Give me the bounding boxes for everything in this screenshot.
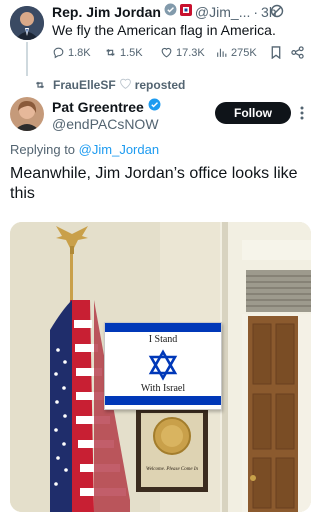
verified-badge-icon	[148, 98, 161, 116]
more-icon[interactable]	[300, 106, 304, 125]
tweet2-header: Pat Greentree	[52, 98, 161, 116]
tweet2-text: Meanwhile, Jim Jordan’s office looks lik…	[10, 165, 298, 202]
tweet1-author-name[interactable]: Rep. Jim Jordan	[52, 4, 161, 20]
tweet2-handle[interactable]: @endPACsNOW	[52, 116, 159, 132]
sign-top-text: I Stand	[148, 334, 178, 345]
repost-icon	[34, 78, 46, 96]
like-action[interactable]: 17.3K	[160, 46, 205, 59]
retweet-action[interactable]: 1.5K	[104, 46, 143, 59]
reply-icon	[53, 47, 64, 59]
flag-badge-icon	[179, 3, 192, 21]
eagle-finial-icon	[56, 226, 88, 254]
retweet-icon	[106, 49, 115, 56]
replying-prefix: Replying to	[10, 142, 76, 157]
views-count: 275K	[231, 46, 257, 59]
tweet1-text: We fly the American flag in America.	[52, 22, 276, 38]
replying-to-handle[interactable]: @Jim_Jordan	[79, 142, 159, 157]
sign-bottom-stripe	[105, 396, 221, 405]
repost-user[interactable]: FrauElleSF	[53, 78, 116, 92]
tweet1-dot: ·	[253, 4, 259, 20]
greentree-avatar[interactable]	[10, 97, 44, 131]
share-icon[interactable]	[291, 46, 304, 64]
reply-action[interactable]: 1.8K	[52, 46, 91, 59]
mute-icon[interactable]	[270, 4, 284, 23]
tweet2-author-name[interactable]: Pat Greentree	[52, 99, 144, 115]
views-icon	[217, 48, 227, 57]
verified-badge-icon	[164, 3, 177, 21]
israel-sign: I Stand With Israel	[104, 322, 222, 410]
bookmark-icon[interactable]	[270, 46, 282, 64]
sign-bottom-text: With Israel	[140, 383, 186, 394]
follow-button[interactable]: Follow	[215, 102, 291, 124]
reply-count: 1.8K	[68, 46, 91, 59]
retweet-count: 1.5K	[120, 46, 143, 59]
thread-line	[26, 42, 28, 76]
sign-top-stripe	[105, 323, 221, 332]
attached-photo[interactable]: I Stand With Israel Welcome. Please Come…	[10, 222, 311, 512]
heart-emoji-icon	[119, 77, 132, 92]
like-icon	[161, 47, 172, 58]
star-of-david-icon	[148, 349, 178, 381]
views-action[interactable]: 275K	[215, 46, 257, 59]
repost-banner: FrauElleSF reposted	[53, 77, 185, 92]
tweet1-handle[interactable]: @Jim_...	[195, 4, 250, 20]
repost-label: reposted	[134, 77, 186, 92]
tweet1-header: Rep. Jim Jordan @Jim_... · 3h	[52, 3, 277, 21]
replying-to: Replying to @Jim_Jordan	[10, 142, 159, 157]
plaque-text: Welcome. Please Come In	[145, 467, 199, 472]
like-count: 17.3K	[176, 46, 205, 59]
jordan-avatar[interactable]	[10, 6, 44, 40]
